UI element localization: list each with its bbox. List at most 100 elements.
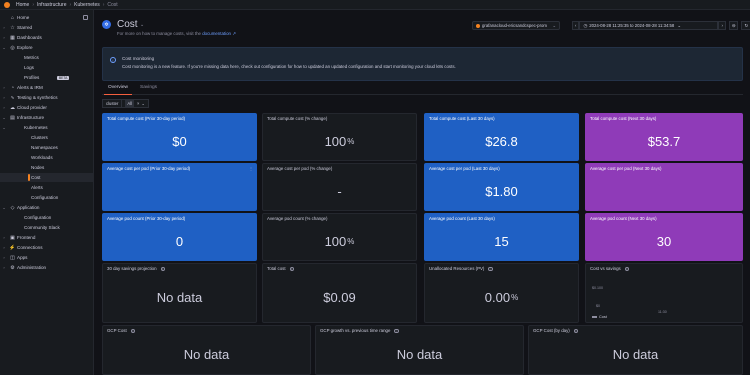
stat-panel-gcp-cost[interactable]: GCP Cost i No data — [102, 325, 311, 375]
panel-title-text: Total compute cost (Prior 30-day period) — [107, 116, 186, 121]
sidebar-item-nodes[interactable]: Nodes — [0, 163, 94, 172]
stat-panel-total-compute-cost-prior-30-day-period[interactable]: Total compute cost (Prior 30-day period)… — [102, 113, 257, 161]
sidebar-item-apps[interactable]: › ◫ Apps — [0, 253, 94, 262]
sidebar-item-frontend[interactable]: › ▣ Frontend — [0, 233, 94, 242]
breadcrumb-cost: Cost — [107, 1, 118, 8]
chevron-down-icon: ⌄ — [552, 22, 556, 28]
chevron-right-icon[interactable]: › — [0, 85, 8, 90]
chevron-right-icon[interactable]: › — [0, 255, 8, 260]
chevron-right-icon[interactable]: › — [0, 35, 8, 40]
info-icon[interactable]: i — [624, 266, 630, 272]
panel-value: $1.80 — [425, 172, 578, 210]
tab-savings[interactable]: Savings — [134, 82, 163, 94]
sidebar-item-metrics[interactable]: Metrics — [0, 53, 94, 62]
panel-title: 30 day savings projection i — [107, 266, 166, 272]
sidebar-item-explore[interactable]: ⌄ ◎ Explore — [0, 43, 94, 52]
stat-panel-average-pod-count-prior-30-day-period[interactable]: Average pod count (Prior 30-day period) 0 — [102, 213, 257, 261]
cluster-filter-select[interactable]: All × ⌄ — [122, 99, 149, 108]
refresh-icon[interactable]: ↻ — [741, 21, 750, 30]
info-icon[interactable]: i — [160, 266, 166, 272]
time-range-picker[interactable]: ◷ 2024-08-28 11:25:35 to 2024-08-28 11:3… — [579, 21, 719, 30]
info-icon[interactable]: i — [394, 328, 399, 334]
info-icon[interactable]: i — [488, 266, 493, 272]
sidebar-item-logs[interactable]: Logs — [0, 63, 94, 72]
info-icon[interactable]: i — [130, 328, 136, 334]
sidebar-item-infrastructure[interactable]: ⌄ ▤ Infrastructure — [0, 113, 94, 122]
zoom-out-icon[interactable]: ⊖ — [728, 21, 739, 30]
breadcrumb-infrastructure[interactable]: Infrastructure — [37, 2, 66, 8]
chevron-down-icon[interactable]: ⌄ — [0, 115, 8, 120]
close-icon[interactable]: × — [137, 100, 139, 107]
sidebar-item-application[interactable]: ⌄ ◇ Application — [0, 203, 94, 212]
stat-panel-average-pod-count-change[interactable]: Average pod count (% change) 100% — [262, 213, 417, 261]
sidebar-item-workloads[interactable]: Workloads — [0, 153, 94, 162]
chevron-down-icon[interactable]: ⌄ — [0, 125, 8, 130]
sidebar-item-starred[interactable]: › ☆ Starred — [0, 23, 94, 32]
stat-panel-30-day-savings-projection[interactable]: 30 day savings projection i No data — [102, 263, 257, 323]
chevron-down-icon[interactable]: ⌄ — [0, 45, 8, 50]
datasource-picker[interactable]: grafanacloud-ericsandcspec-prom ⌄ — [472, 21, 560, 30]
stat-panel-average-cost-per-pod-last-30-days[interactable]: Average cost per pod (Last 30 days) $1.80 — [424, 163, 579, 211]
stat-panel-total-compute-cost-last-30-days[interactable]: Total compute cost (Last 30 days) $26.8 — [424, 113, 579, 161]
legend-swatch — [592, 316, 597, 318]
sidebar-item-kubernetes[interactable]: ⌄ Kubernetes — [0, 123, 94, 132]
info-icon[interactable]: i — [289, 266, 295, 272]
chevron-down-icon[interactable]: ⌄ — [0, 205, 8, 210]
sidebar-item-alerts[interactable]: Alerts — [0, 183, 94, 192]
panel-title: Total cost i — [267, 266, 295, 272]
sidebar-item-community-slack[interactable]: Community Slack — [0, 223, 94, 232]
chart-legend[interactable]: Cost — [592, 315, 607, 319]
stat-panel-total-compute-cost-next-30-days[interactable]: Total compute cost (Next 30 days) $53.7 — [585, 113, 743, 161]
tab-overview[interactable]: Overview — [102, 82, 134, 95]
sidebar-item-connections[interactable]: › ⚡ Connections — [0, 243, 94, 252]
stat-panel-average-cost-per-pod-next-30-days[interactable]: Average cost per pod (Next 30 days) — [585, 163, 743, 211]
breadcrumb-home[interactable]: Home — [16, 2, 29, 8]
stat-panel-gcp-growth-vs-previous-time-range[interactable]: GCP growth vs. previous time range i No da… — [315, 325, 524, 375]
time-shift-back-button[interactable]: ‹ — [572, 21, 580, 30]
chevron-right-icon[interactable]: › — [0, 235, 8, 240]
sidebar-item-label: Alerts & IRM — [17, 85, 43, 90]
chevron-right-icon[interactable]: › — [0, 25, 8, 30]
panel-value — [103, 172, 256, 210]
stat-panel-cost-vs-savings[interactable]: Cost vs savings i $0.100 $0 11:30 Cost — [585, 263, 743, 323]
stat-panel-total-compute-cost-change[interactable]: Total compute cost (% change) 100% — [262, 113, 417, 161]
stat-value: $1.80 — [485, 183, 518, 199]
documentation-link[interactable]: documentation — [202, 31, 231, 36]
chevron-right-icon[interactable]: › — [0, 265, 8, 270]
compass-icon: ◎ — [10, 44, 15, 51]
sidebar-item-cloud-provider[interactable]: › ☁ Cloud provider — [0, 103, 94, 112]
sidebar-item-dashboards[interactable]: › ▦ Dashboards — [0, 33, 94, 42]
sidebar-item-configuration[interactable]: Configuration — [0, 193, 94, 202]
sidebar-item-namespaces[interactable]: Namespaces — [0, 143, 94, 152]
stat-value: 15 — [494, 233, 509, 249]
sidebar-item-alerts-irm[interactable]: › ◔ Alerts & IRM — [0, 83, 94, 92]
stat-panel-unallocated-resources-pv[interactable]: Unallocated Resources (PV) i 0.00% — [424, 263, 579, 323]
stat-panel-average-cost-per-pod-change[interactable]: Average cost per pod (% change) - — [262, 163, 417, 211]
sidebar-item-configuration[interactable]: Configuration — [0, 213, 94, 222]
sidebar-item-administration[interactable]: › ⚙ Administration — [0, 263, 94, 272]
stat-panel-average-pod-count-last-30-days[interactable]: Average pod count (Last 30 days) 15 — [424, 213, 579, 261]
breadcrumb-kubernetes[interactable]: Kubernetes — [74, 2, 100, 8]
sidebar-item-home[interactable]: ⌂ Home — [0, 13, 94, 22]
stat-panel-gcp-cost-by-day[interactable]: GCP Cost (by day) i No data — [528, 325, 743, 375]
pulse-icon: ∿ — [10, 94, 15, 101]
stat-panel-average-pod-count-next-30-days[interactable]: Average pod count (Next 30 days) 30 — [585, 213, 743, 261]
info-icon[interactable]: i — [573, 328, 579, 334]
stat-panel-total-cost[interactable]: Total cost i $0.09 — [262, 263, 417, 323]
panel-value: No data — [103, 272, 256, 322]
sidebar-item-cost[interactable]: Cost — [0, 173, 94, 182]
sidebar-item-label: Namespaces — [31, 145, 58, 150]
panel-title-text: Total compute cost (Next 30 days) — [590, 116, 657, 121]
chevron-right-icon[interactable]: › — [0, 95, 8, 100]
chevron-right-icon[interactable]: › — [0, 245, 8, 250]
sidebar-item-clusters[interactable]: Clusters — [0, 133, 94, 142]
stat-panel-average-cost-per-pod-prior-30-day-period[interactable]: Average cost per pod (Prior 30-day perio… — [102, 163, 257, 211]
sidebar-item-profiles[interactable]: Profiles BETA — [0, 73, 94, 82]
sidebar-item-testing-synthetics[interactable]: › ∿ Testing & synthetics — [0, 93, 94, 102]
panel-value: 100% — [263, 122, 416, 160]
panel-menu-icon[interactable]: ⋮ — [249, 166, 253, 171]
grafana-logo-icon[interactable] — [4, 1, 10, 8]
chevron-down-icon[interactable]: ⌄ — [140, 22, 144, 28]
chevron-right-icon[interactable]: › — [0, 105, 8, 110]
time-shift-forward-button[interactable]: › — [718, 21, 726, 30]
